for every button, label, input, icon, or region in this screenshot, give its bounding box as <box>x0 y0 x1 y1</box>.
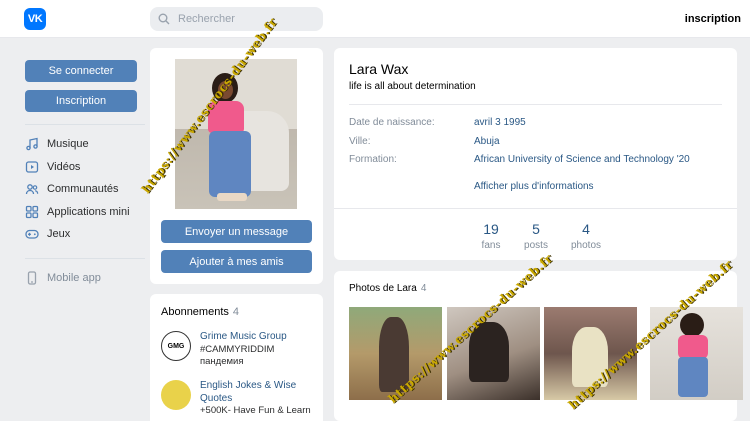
sidebar-divider <box>25 257 145 259</box>
subscription-name[interactable]: Grime Music Group <box>200 331 320 344</box>
subscriptions-card: Abonnements 4 GMG Grime Music Group #CAMM… <box>150 294 323 421</box>
subscription-desc: +500K- Have Fun & Learn <box>200 405 311 416</box>
counter-number: 5 <box>532 221 540 237</box>
counter-number: 4 <box>582 221 590 237</box>
sidebar-item-label: Vidéos <box>47 160 81 173</box>
sidebar-item-videos[interactable]: Vidéos <box>25 156 137 179</box>
search-input[interactable]: Rechercher <box>150 7 323 31</box>
counter-label: fans <box>481 240 501 251</box>
login-button[interactable]: Se connecter <box>25 60 137 82</box>
group-avatar <box>161 380 191 410</box>
info-divider <box>349 104 722 105</box>
sidebar-item-label: Musique <box>47 138 89 151</box>
photos-count: 4 <box>420 283 427 294</box>
counter-photos[interactable]: 4 photos <box>561 221 611 251</box>
subscription-name[interactable]: English Jokes & Wise Quotes <box>200 380 320 405</box>
search-placeholder: Rechercher <box>178 13 235 25</box>
sidebar-item-mini-apps[interactable]: Applications mini <box>25 201 137 224</box>
gamepad-icon <box>25 230 39 239</box>
search-icon <box>158 13 170 25</box>
subscriptions-title-text: Abonnements <box>161 306 229 318</box>
sidebar-item-label: Applications mini <box>47 205 130 218</box>
top-header: VK Rechercher inscription <box>0 0 750 38</box>
profile-name: Lara Wax <box>349 61 409 77</box>
video-icon <box>25 161 39 173</box>
signup-link[interactable]: inscription <box>685 13 741 25</box>
register-button[interactable]: Inscription <box>25 90 137 112</box>
counter-number: 19 <box>483 221 499 237</box>
profile-info-card: Lara Wax life is all about determination… <box>334 48 737 260</box>
sidebar-divider <box>25 124 145 125</box>
subscription-item[interactable]: English Jokes & Wise Quotes +500K- Have … <box>161 380 316 420</box>
left-sidebar: Se connecter Inscription Musique Vidéos … <box>25 60 145 290</box>
birthdate-label: Date de naissance: <box>349 117 435 128</box>
subscription-desc: #CAMMYRIDDIM <box>200 343 275 355</box>
counter-posts[interactable]: 5 posts <box>511 221 561 251</box>
communities-icon <box>25 184 39 195</box>
apps-icon <box>25 205 39 218</box>
city-label: Ville: <box>349 136 371 147</box>
profile-photo-card: Envoyer un message Ajouter à mes amis <box>150 48 323 284</box>
music-icon <box>26 137 38 151</box>
send-message-button[interactable]: Envoyer un message <box>161 220 312 243</box>
counter-fans[interactable]: 19 fans <box>466 221 516 251</box>
subscription-item[interactable]: GMG Grime Music Group #CAMMYRIDDIM панде… <box>161 331 316 371</box>
education-label: Formation: <box>349 154 397 165</box>
counters-divider <box>334 208 737 209</box>
subscription-desc: пандемия <box>200 356 244 367</box>
city-value[interactable]: Abuja <box>474 136 500 147</box>
phone-icon <box>27 271 37 285</box>
sidebar-item-label: Mobile app <box>47 271 101 284</box>
sidebar-item-label: Jeux <box>47 228 71 241</box>
sidebar-item-music[interactable]: Musique <box>25 133 137 156</box>
sidebar-item-mobile-app[interactable]: Mobile app <box>25 267 137 290</box>
profile-status: life is all about determination <box>349 81 476 92</box>
sidebar-item-games[interactable]: Jeux <box>25 223 137 246</box>
subscriptions-title[interactable]: Abonnements 4 <box>161 306 239 318</box>
birthdate-value[interactable]: avril 3 1995 <box>474 117 526 128</box>
education-value[interactable]: African University of Science and Techno… <box>474 154 690 165</box>
add-friend-button[interactable]: Ajouter à mes amis <box>161 250 312 273</box>
subscriptions-count: 4 <box>232 306 240 318</box>
photo-thumbnail[interactable] <box>447 307 540 400</box>
counter-label: photos <box>570 240 602 251</box>
vk-logo[interactable]: VK <box>24 8 46 30</box>
group-avatar: GMG <box>161 331 191 361</box>
photos-title[interactable]: Photos de Lara 4 <box>349 283 426 294</box>
photos-title-text: Photos de Lara <box>349 283 417 294</box>
show-more-info-link[interactable]: Afficher plus d'informations <box>474 181 594 192</box>
sidebar-item-communities[interactable]: Communautés <box>25 178 137 201</box>
sidebar-item-label: Communautés <box>47 183 119 196</box>
counter-label: posts <box>524 240 548 251</box>
